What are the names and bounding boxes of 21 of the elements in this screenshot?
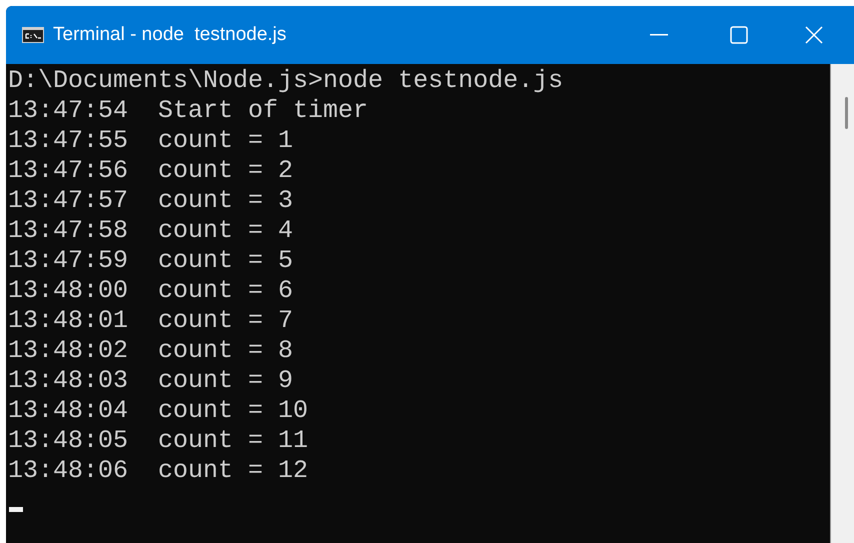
console-line: 13:48:04 count = 10 [8, 396, 310, 426]
console-line: 13:47:58 count = 4 [8, 216, 294, 246]
console-line: D:\Documents\Node.js>node testnode.js [8, 66, 564, 96]
console-line: 13:48:06 count = 12 [8, 456, 310, 486]
console-line: 13:47:59 count = 5 [8, 246, 294, 276]
console-line: 13:48:05 count = 11 [8, 426, 310, 456]
console-line: 13:47:55 count = 1 [8, 126, 294, 156]
scrollbar-thumb[interactable] [845, 97, 848, 129]
scrollbar[interactable] [830, 64, 854, 543]
console-line: 13:48:01 count = 7 [8, 306, 294, 336]
console-line: 13:47:56 count = 2 [8, 156, 294, 186]
console-line: 13:48:02 count = 8 [8, 336, 294, 366]
console-line: 13:48:00 count = 6 [8, 276, 294, 306]
console-line: 13:47:57 count = 3 [8, 186, 294, 216]
minimize-icon [650, 34, 668, 36]
window-title: Terminal - node testnode.js [53, 22, 286, 47]
console-line: 13:47:54 Start of timer [8, 96, 370, 126]
console-line: 13:48:03 count = 9 [8, 366, 294, 396]
close-icon [805, 26, 823, 44]
maximize-icon [730, 26, 748, 44]
command-prompt-icon [22, 27, 44, 43]
